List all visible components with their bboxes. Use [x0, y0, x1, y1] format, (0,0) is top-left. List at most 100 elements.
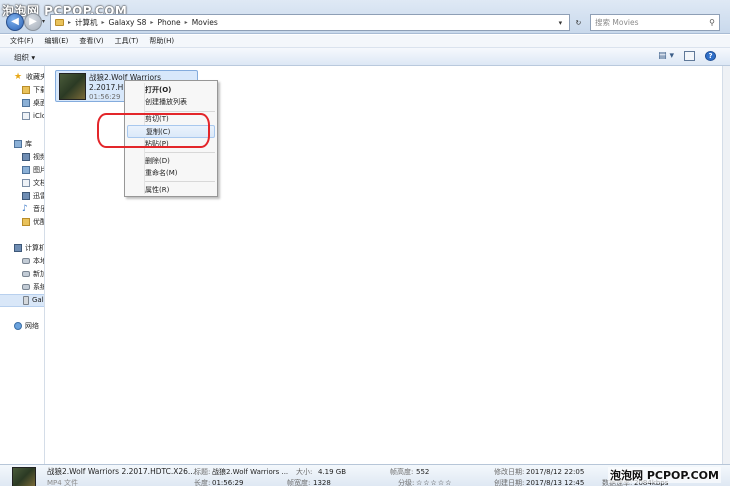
- details-file-type: MP4 文件: [47, 479, 78, 486]
- command-bar: 组织 ▾ ▤ ▾ ?: [0, 48, 730, 66]
- breadcrumb-galaxy-s8[interactable]: Galaxy S8: [109, 18, 147, 27]
- youku-folder-icon: [22, 218, 30, 226]
- file-duration: 01:56:29: [89, 93, 121, 101]
- nav-youku[interactable]: 优酷: [22, 216, 44, 228]
- address-controls: ▾ ↻: [552, 14, 588, 31]
- recent-pages-dropdown-icon[interactable]: ▾: [42, 18, 45, 25]
- nav-thunder[interactable]: 迅雷: [22, 190, 44, 202]
- nav-favorites[interactable]: ★ 收藏夹: [14, 71, 44, 83]
- details-height-label: 帧高度:: [390, 468, 414, 476]
- computer-icon: [14, 244, 22, 252]
- nav-documents[interactable]: 文档: [22, 177, 44, 189]
- details-created-label: 创建日期:: [494, 479, 525, 486]
- thunder-folder-icon: [22, 192, 30, 200]
- music-note-icon: ♪: [22, 204, 28, 214]
- details-size-value: 4.19 GB: [318, 468, 347, 476]
- star-icon: ★: [14, 72, 23, 82]
- nav-system[interactable]: 系统: [22, 281, 44, 293]
- network-icon: [14, 322, 22, 330]
- details-size-label: 大小:: [296, 468, 313, 476]
- nav-libraries[interactable]: 库: [14, 138, 32, 150]
- hard-drive-icon: [22, 284, 30, 290]
- details-modified-value: 2017/8/12 22:05: [526, 468, 585, 476]
- change-view-icon[interactable]: ▤ ▾: [658, 51, 674, 61]
- details-width-value: 1328: [313, 479, 331, 486]
- details-length-label: 长度:: [194, 479, 211, 486]
- details-rating-label: 分级:: [398, 479, 415, 486]
- menu-edit[interactable]: 编辑(E): [45, 36, 69, 46]
- nav-music[interactable]: ♪ 音乐: [22, 203, 44, 215]
- menu-tools[interactable]: 工具(T): [115, 36, 139, 46]
- search-input[interactable]: 搜索 Movies ⚲: [590, 14, 720, 31]
- menu-help[interactable]: 帮助(H): [149, 36, 174, 46]
- address-strip: 泡泡网 PCPOP.COM ◀ ▶ ▾ ▸ 计算机 ▸ Galaxy S8 ▸ …: [0, 0, 730, 34]
- details-title-label: 标题:: [194, 468, 211, 476]
- back-button[interactable]: ◀: [6, 13, 24, 31]
- picture-library-icon: [22, 166, 30, 174]
- icloud-icon: [22, 112, 30, 120]
- nav-videos[interactable]: 视频: [22, 151, 44, 163]
- details-created-value: 2017/8/13 12:45: [526, 479, 585, 486]
- address-bar[interactable]: ▸ 计算机 ▸ Galaxy S8 ▸ Phone ▸ Movies: [50, 14, 570, 31]
- nav-downloads[interactable]: 下载: [22, 84, 44, 96]
- chevron-right-icon[interactable]: ▸: [68, 19, 71, 26]
- video-library-icon: [22, 153, 30, 161]
- hard-drive-icon: [22, 271, 30, 277]
- menu-item-properties[interactable]: 属性(R): [145, 184, 215, 196]
- hard-drive-icon: [22, 258, 30, 264]
- nav-local-disk[interactable]: 本地: [22, 255, 44, 267]
- vertical-scrollbar[interactable]: [722, 66, 730, 464]
- desktop-icon: [22, 99, 30, 107]
- menu-item-rename[interactable]: 重命名(M): [145, 167, 215, 179]
- details-title-value[interactable]: 战狼2.Wolf Warriors ...: [212, 467, 288, 477]
- nav-computer[interactable]: 计算机: [14, 242, 44, 254]
- nav-desktop[interactable]: 桌面: [22, 97, 44, 109]
- watermark-bottom: 泡泡网 PCPOP.COM: [608, 467, 721, 483]
- refresh-icon[interactable]: ↻: [575, 19, 581, 27]
- forward-button[interactable]: ▶: [24, 13, 42, 31]
- nav-icloud[interactable]: iClo: [22, 110, 44, 122]
- menu-file[interactable]: 文件(F): [10, 36, 34, 46]
- search-placeholder: 搜索 Movies: [595, 18, 639, 27]
- menu-separator: [145, 152, 215, 153]
- menu-item-create-playlist[interactable]: 创建播放列表: [145, 96, 215, 108]
- nav-galaxy[interactable]: Gala: [22, 294, 44, 306]
- menu-separator: [145, 111, 215, 112]
- chevron-right-icon[interactable]: ▸: [102, 19, 105, 26]
- navigation-pane: ★ 收藏夹 下载 桌面 iClo 库 视频 图片 文档: [0, 66, 45, 464]
- nav-network[interactable]: 网络: [14, 320, 39, 332]
- library-icon: [14, 140, 22, 148]
- document-library-icon: [22, 179, 30, 187]
- highlight-annotation: [97, 113, 210, 148]
- forward-arrow-icon: ▶: [29, 16, 37, 27]
- menu-item-delete[interactable]: 删除(D): [145, 155, 215, 167]
- nav-new-volume[interactable]: 新加: [22, 268, 44, 280]
- details-length-value: 01:56:29: [212, 479, 244, 486]
- details-modified-label: 修改日期:: [494, 468, 525, 476]
- breadcrumb-movies[interactable]: Movies: [192, 18, 218, 27]
- search-icon[interactable]: ⚲: [709, 18, 715, 27]
- chevron-right-icon[interactable]: ▸: [150, 19, 153, 26]
- breadcrumb-computer[interactable]: 计算机: [75, 17, 98, 28]
- breadcrumb-phone[interactable]: Phone: [157, 18, 180, 27]
- nav-pictures[interactable]: 图片: [22, 164, 44, 176]
- menu-item-open[interactable]: 打开(O): [145, 84, 215, 96]
- video-thumbnail: [59, 73, 86, 100]
- details-rating-stars[interactable]: ☆☆☆☆☆: [416, 478, 452, 486]
- chevron-right-icon[interactable]: ▸: [185, 19, 188, 26]
- download-folder-icon: [22, 86, 30, 94]
- details-width-label: 帧宽度:: [287, 479, 311, 486]
- preview-pane-icon[interactable]: [684, 51, 695, 61]
- phone-icon: [23, 295, 29, 305]
- organize-button[interactable]: 组织 ▾: [14, 52, 35, 63]
- explorer-window: 泡泡网 PCPOP.COM ◀ ▶ ▾ ▸ 计算机 ▸ Galaxy S8 ▸ …: [0, 0, 730, 486]
- menu-bar: 文件(F) 编辑(E) 查看(V) 工具(T) 帮助(H): [0, 35, 730, 48]
- details-file-name: 战狼2.Wolf Warriors 2.2017.HDTC.X26...: [47, 467, 196, 476]
- back-arrow-icon: ◀: [11, 16, 19, 27]
- details-height-value: 552: [416, 468, 430, 476]
- help-icon[interactable]: ?: [705, 51, 716, 61]
- menu-view[interactable]: 查看(V): [79, 36, 103, 46]
- menu-separator: [145, 181, 215, 182]
- address-dropdown-icon[interactable]: ▾: [559, 19, 563, 27]
- folder-icon: [55, 19, 64, 26]
